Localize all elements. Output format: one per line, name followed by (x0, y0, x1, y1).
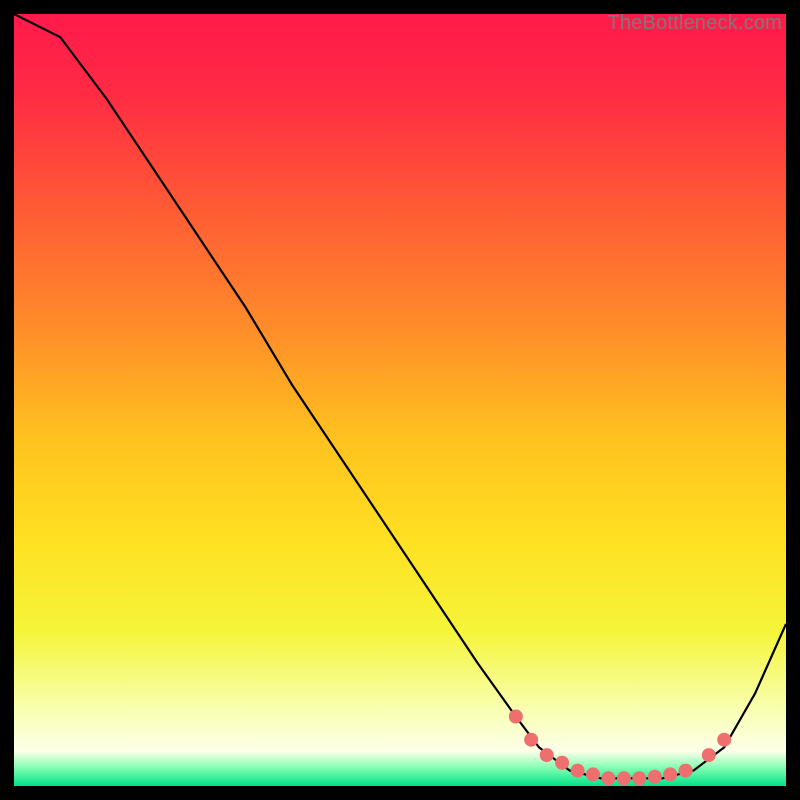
watermark-text: TheBottleneck.com (607, 12, 782, 35)
curve-marker (509, 710, 523, 724)
curve-marker (617, 771, 631, 785)
curve-marker (571, 764, 585, 778)
curve-marker (524, 733, 538, 747)
curve-marker (586, 767, 600, 781)
curve-marker (632, 771, 646, 785)
curve-marker (540, 748, 554, 762)
bottleneck-chart (14, 14, 786, 786)
curve-marker (663, 767, 677, 781)
curve-marker (648, 770, 662, 784)
curve-marker (601, 771, 615, 785)
gradient-background (14, 14, 786, 786)
curve-marker (555, 756, 569, 770)
curve-marker (702, 748, 716, 762)
curve-marker (717, 733, 731, 747)
chart-frame: TheBottleneck.com (14, 14, 786, 786)
curve-marker (679, 764, 693, 778)
